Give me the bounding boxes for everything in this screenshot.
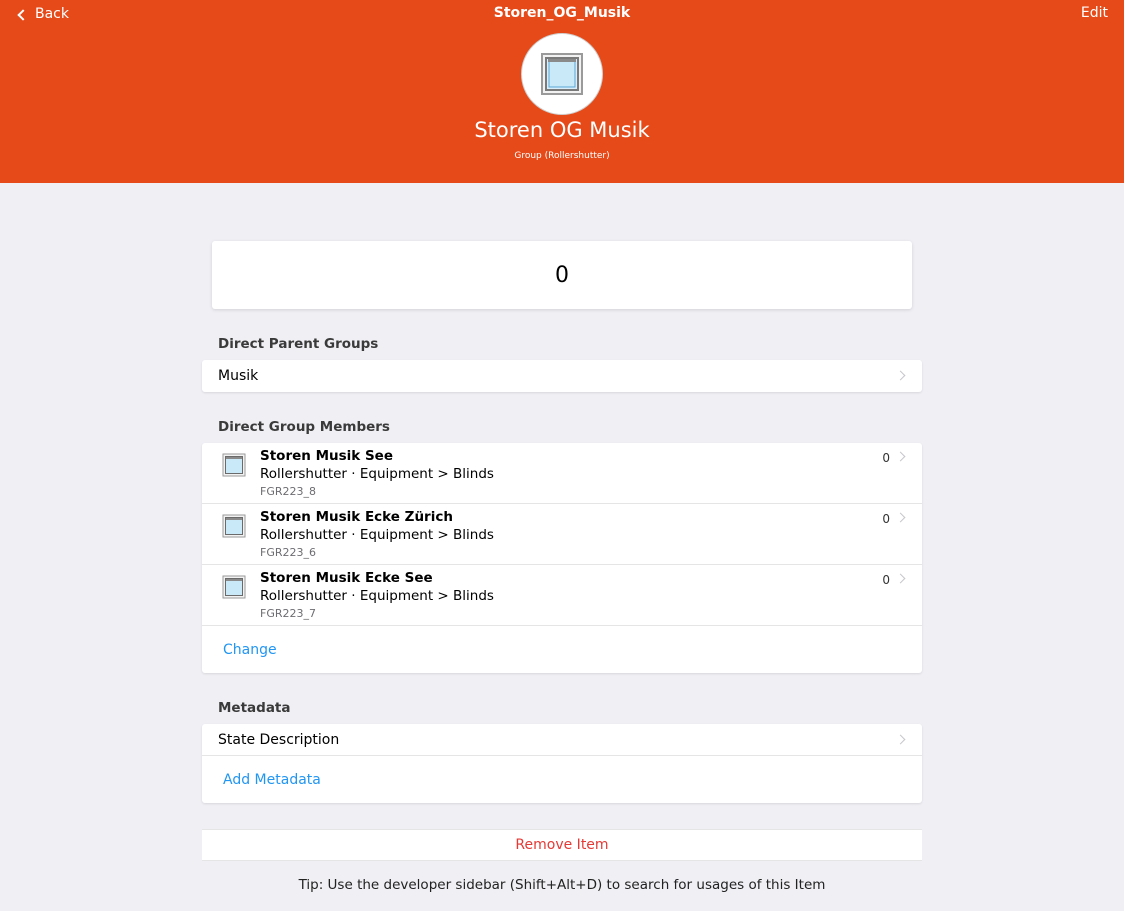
member-type: Rollershutter · Equipment > Blinds (260, 466, 494, 482)
parent-group-item[interactable]: Musik (202, 360, 922, 392)
item-label: Storen OG Musik (474, 118, 650, 142)
member-state: 0 (882, 451, 890, 465)
item-icon-avatar (521, 33, 603, 115)
add-metadata-button[interactable]: Add Metadata (202, 756, 922, 803)
item-state-value: 0 (555, 262, 569, 288)
member-label: Storen Musik See (260, 448, 393, 464)
member-type: Rollershutter · Equipment > Blinds (260, 588, 494, 604)
member-item[interactable]: Storen Musik See Rollershutter · Equipme… (202, 443, 922, 504)
metadata-item-state-description[interactable]: State Description (202, 724, 922, 756)
chevron-right-icon (895, 370, 906, 381)
parent-group-label: Musik (218, 368, 259, 384)
member-name: FGR223_6 (260, 546, 316, 559)
group-members-list: Storen Musik See Rollershutter · Equipme… (202, 443, 922, 673)
item-type: Group (Rollershutter) (514, 151, 610, 161)
window-blind-icon (541, 53, 583, 95)
member-state: 0 (882, 512, 890, 526)
member-name: FGR223_8 (260, 485, 316, 498)
member-item[interactable]: Storen Musik Ecke Zürich Rollershutter ·… (202, 504, 922, 565)
member-state: 0 (882, 573, 890, 587)
window-blind-icon (222, 514, 246, 538)
member-label: Storen Musik Ecke Zürich (260, 509, 453, 525)
chevron-right-icon (895, 451, 906, 462)
edit-button[interactable]: Edit (1081, 5, 1108, 21)
chevron-right-icon (895, 512, 906, 523)
chevron-right-icon (895, 573, 906, 584)
developer-tip: Tip: Use the developer sidebar (Shift+Al… (298, 877, 826, 893)
parent-groups-list: Musik (202, 360, 922, 392)
remove-item-button[interactable]: Remove Item (202, 829, 922, 861)
chevron-right-icon (895, 734, 906, 745)
item-state-card: 0 (212, 241, 912, 309)
metadata-title: Metadata (218, 700, 291, 716)
member-label: Storen Musik Ecke See (260, 570, 433, 586)
change-members-button[interactable]: Change (202, 626, 922, 673)
parent-groups-title: Direct Parent Groups (218, 336, 379, 352)
item-header: Back Storen_OG_Musik Edit Storen OG Musi… (0, 0, 1124, 183)
group-members-title: Direct Group Members (218, 419, 390, 435)
member-type: Rollershutter · Equipment > Blinds (260, 527, 494, 543)
page-title: Storen_OG_Musik (493, 5, 631, 21)
metadata-list: State Description Add Metadata (202, 724, 922, 803)
metadata-item-label: State Description (218, 731, 340, 748)
member-name: FGR223_7 (260, 607, 316, 620)
window-blind-icon (222, 575, 246, 599)
window-blind-icon (222, 453, 246, 477)
member-item[interactable]: Storen Musik Ecke See Rollershutter · Eq… (202, 565, 922, 626)
